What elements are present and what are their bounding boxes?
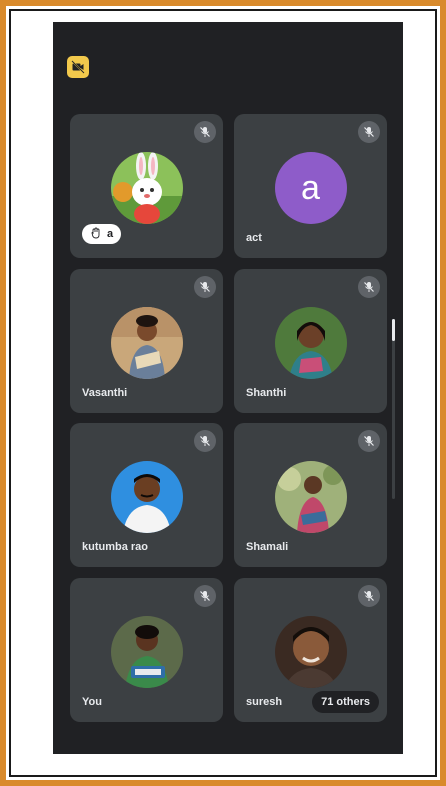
avatar-photo xyxy=(274,616,347,688)
participant-name: Vasanthi xyxy=(82,387,128,399)
participant-name: act xyxy=(246,232,262,244)
participant-name: You xyxy=(82,696,102,708)
scrollbar-track[interactable] xyxy=(392,319,395,499)
participant-tile-shanthi[interactable]: Shanthi xyxy=(234,269,387,413)
participant-tile-kutumba-rao[interactable]: kutumba rao xyxy=(70,423,223,567)
participant-tile-act[interactable]: a act xyxy=(234,114,387,258)
camera-off-icon[interactable] xyxy=(67,56,89,78)
mic-off-icon xyxy=(194,276,216,298)
participant-name: Shamali xyxy=(246,541,289,553)
mic-off-icon xyxy=(194,121,216,143)
avatar-bunny xyxy=(110,152,183,224)
participant-name: kutumba rao xyxy=(82,541,149,553)
avatar-photo xyxy=(110,461,183,533)
mic-off-icon xyxy=(358,121,380,143)
raised-hand-icon xyxy=(90,227,102,242)
participant-tile-vasanthi[interactable]: Vasanthi xyxy=(70,269,223,413)
avatar-photo xyxy=(274,307,347,379)
participant-tile-a[interactable]: a xyxy=(70,114,223,258)
mic-off-icon xyxy=(194,585,216,607)
mic-off-icon xyxy=(358,430,380,452)
scrollbar-thumb[interactable] xyxy=(392,319,395,341)
participant-tile-you[interactable]: You xyxy=(70,578,223,722)
avatar-photo xyxy=(110,616,183,688)
mic-off-icon xyxy=(358,276,380,298)
participant-tile-shamali[interactable]: Shamali xyxy=(234,423,387,567)
raised-hand-chip: a xyxy=(82,224,122,244)
mic-off-icon xyxy=(194,430,216,452)
avatar-letter: a xyxy=(274,152,347,224)
participant-name: suresh xyxy=(246,696,283,708)
participant-name: a xyxy=(107,228,114,240)
participant-tile-suresh[interactable]: suresh 71 others xyxy=(234,578,387,722)
participant-name: Shanthi xyxy=(246,387,287,399)
avatar-photo xyxy=(110,307,183,379)
meet-grid-screen: a a act Vasanthi Shanthi kutumba rao Sha… xyxy=(53,22,403,754)
avatar-photo xyxy=(274,461,347,533)
mic-off-icon xyxy=(358,585,380,607)
others-count-chip[interactable]: 71 others xyxy=(312,691,379,713)
